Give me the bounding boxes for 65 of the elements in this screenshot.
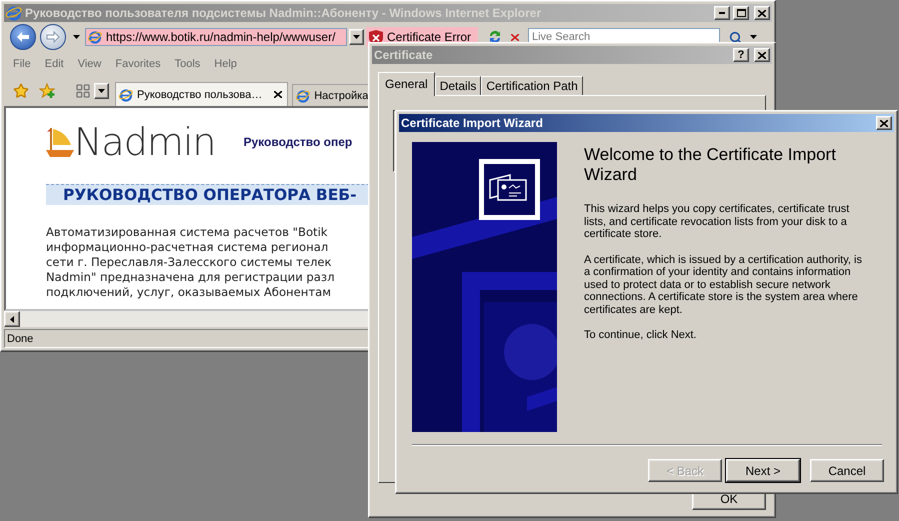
- wizard-paragraph: A certificate, which is issued by a certification authority, is a confirmation of your identity and contains information used to protect data or to establish secure network connections. A certificate store is the system area where certificates are kept.: [584, 254, 863, 316]
- wizard-heading: Welcome to the Certificate Import Wizard: [584, 145, 837, 185]
- wizard-paragraph: To continue, click Next.: [584, 329, 698, 342]
- close-button[interactable]: [876, 116, 892, 130]
- search-icon: [729, 30, 742, 44]
- minimize-button[interactable]: [714, 6, 730, 20]
- close-tab-icon: [274, 91, 282, 98]
- page-header: Руководство опер: [244, 135, 352, 149]
- wizard-button[interactable]: Next >: [726, 459, 800, 482]
- refresh-icon: [487, 29, 503, 45]
- logo-text: Nadmin: [74, 122, 216, 162]
- star-icon: [13, 83, 29, 99]
- menu-item[interactable]: File: [6, 58, 38, 70]
- globe-icon: [6, 5, 22, 21]
- address-dropdown[interactable]: [349, 29, 364, 45]
- paragraph-line: сети г. Переславля-Залесского системы телек: [46, 255, 332, 270]
- dialog-tab[interactable]: General: [378, 72, 435, 96]
- dialog-tab[interactable]: Details: [434, 76, 482, 95]
- stop-icon: [511, 34, 519, 40]
- paragraph-line: Автоматизированная система расчетов "Botik: [46, 225, 328, 240]
- dialog-tab[interactable]: Certification Path: [481, 76, 583, 95]
- caret-icon: [73, 35, 80, 39]
- left-arrow-icon: [16, 31, 30, 43]
- browser-tab[interactable]: Руководство пользова…: [115, 82, 288, 106]
- paragraph-line: подключений, услуг, оказываемых Абонентам: [46, 285, 331, 300]
- tab-list-dropdown[interactable]: [94, 83, 109, 99]
- forward-button[interactable]: [40, 24, 66, 50]
- paragraph-line: информационно-расчетная система регионал: [46, 240, 328, 255]
- caret-icon: [750, 35, 757, 39]
- maximize-button[interactable]: [733, 6, 749, 20]
- dialog-title: Certificate Import Wizard: [401, 116, 544, 130]
- left-triangle-icon: [10, 316, 14, 322]
- maximize-icon: [736, 9, 746, 17]
- menu-item[interactable]: View: [70, 58, 108, 70]
- menu-item[interactable]: Tools: [168, 58, 208, 70]
- close-button[interactable]: [754, 6, 770, 20]
- help-button[interactable]: ?: [733, 48, 749, 62]
- minimize-icon: [719, 12, 725, 14]
- right-arrow-icon: [46, 31, 60, 43]
- caret-icon: [353, 35, 360, 39]
- globe-icon: [88, 30, 102, 44]
- close-icon: [758, 10, 766, 16]
- search-options-dropdown[interactable]: [747, 35, 760, 39]
- close-icon: [758, 52, 766, 58]
- close-icon: [880, 120, 888, 126]
- wizard-button[interactable]: Cancel: [810, 459, 884, 482]
- wizard-paragraph: This wizard helps you copy certificates, certificate trust lists, and certificate revocation lists from your disk to a certificate store.: [584, 203, 850, 240]
- dialog-title: Certificate: [374, 48, 434, 62]
- paragraph-line: Nadmin" предназначена для регистрации разл: [46, 270, 334, 285]
- history-dropdown[interactable]: [70, 35, 83, 39]
- caret-icon: [98, 89, 105, 93]
- status-text: Done: [7, 332, 34, 344]
- scroll-left-button[interactable]: [4, 311, 20, 327]
- globe-icon: [296, 88, 310, 102]
- menu-item[interactable]: Favorites: [108, 58, 168, 70]
- menu-item[interactable]: Help: [207, 58, 244, 70]
- globe-icon: [119, 88, 133, 102]
- back-button[interactable]: [10, 24, 36, 50]
- menu-item[interactable]: Edit: [38, 58, 71, 70]
- close-button[interactable]: [754, 48, 770, 62]
- star-plus-icon: [39, 83, 55, 99]
- address-field[interactable]: https://www.botik.ru/nadmin-help/wwwuser/: [85, 28, 347, 46]
- stop-button[interactable]: [508, 34, 522, 40]
- grid-icon: [75, 83, 91, 99]
- sailboat-icon: [46, 126, 74, 158]
